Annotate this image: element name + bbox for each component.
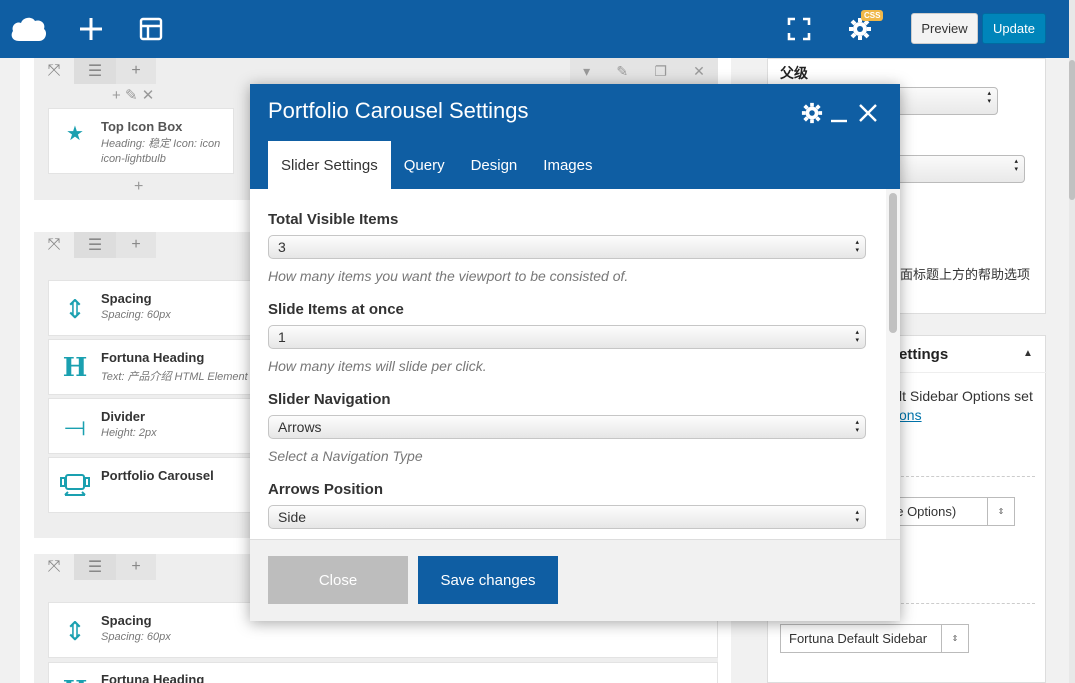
select-value: Fortuna Default Sidebar bbox=[789, 631, 928, 646]
element-title: Fortuna Heading bbox=[101, 350, 205, 365]
duplicate-icon[interactable]: ❐ bbox=[654, 63, 667, 80]
element-subtitle: Spacing: 60px bbox=[101, 309, 171, 321]
close-icon[interactable] bbox=[855, 100, 881, 126]
slide-items-desc: How many items will slide per click. bbox=[268, 358, 487, 374]
total-visible-items-select[interactable]: 3 bbox=[268, 235, 866, 259]
edit-pencil-icon[interactable]: ✎ bbox=[616, 63, 628, 80]
page-scrollbar[interactable] bbox=[1069, 0, 1075, 683]
select-arrows-icon: ⇕ bbox=[987, 498, 1014, 525]
fullscreen-icon[interactable] bbox=[782, 12, 816, 46]
section-toolbar: ⤧ ☰ + bbox=[34, 554, 156, 580]
minimize-icon[interactable] bbox=[826, 100, 852, 126]
tab-images[interactable]: Images bbox=[530, 141, 605, 189]
element-title: Fortuna Heading bbox=[101, 672, 205, 683]
collapse-arrow-icon[interactable]: ▲ bbox=[1023, 348, 1033, 359]
modal-body: Total Visible Items 3 How many items you… bbox=[250, 189, 900, 539]
parent-label: 父级 bbox=[780, 65, 808, 81]
modal-scrollbar-thumb[interactable] bbox=[889, 193, 897, 333]
modal-footer: Close Save changes bbox=[250, 539, 900, 621]
section-toolbar: ⤧ ☰ + bbox=[34, 232, 156, 258]
select-arrows-icon: ⇕ bbox=[941, 625, 968, 652]
add-icon[interactable] bbox=[74, 12, 108, 46]
sidebar-select[interactable]: Fortuna Default Sidebar ⇕ bbox=[780, 624, 969, 653]
element-title: Spacing bbox=[101, 291, 152, 306]
modal-scrollbar[interactable] bbox=[886, 189, 900, 539]
theme-options-link[interactable]: ons bbox=[899, 407, 922, 423]
page-scrollbar-thumb[interactable] bbox=[1069, 60, 1075, 200]
element-top-icon-box[interactable]: ★ Top Icon Box Heading: 稳定 Icon: icon ic… bbox=[48, 108, 234, 174]
heading-h-icon: H bbox=[62, 353, 88, 383]
layout-template-icon[interactable] bbox=[134, 12, 168, 46]
element-title: Spacing bbox=[101, 613, 152, 628]
top-toolbar: CSS Preview Update bbox=[0, 0, 1069, 58]
drag-handle-icon[interactable]: ☰ bbox=[74, 232, 116, 258]
slider-navigation-select[interactable]: Arrows bbox=[268, 415, 866, 439]
add-element-icon[interactable]: + bbox=[134, 178, 143, 196]
section-actions: ▾ ✎ ❐ ✕ bbox=[570, 58, 718, 84]
element-subtitle: Text: 产品介绍 HTML Element bbox=[101, 371, 248, 383]
element-subtitle: Heading: 稳定 Icon: icon icon-lightbulb bbox=[101, 138, 221, 165]
expand-icon[interactable]: ⤧ bbox=[34, 232, 74, 258]
slider-navigation-label: Slider Navigation bbox=[268, 391, 391, 408]
delete-icon[interactable]: ✕ bbox=[693, 63, 705, 80]
element-fortuna-heading[interactable]: H Fortuna Heading bbox=[48, 662, 718, 683]
css-badge: CSS bbox=[861, 10, 884, 21]
drag-handle-icon[interactable]: ☰ bbox=[74, 58, 116, 84]
add-column-icon[interactable]: + bbox=[116, 554, 156, 580]
expand-icon[interactable]: ⤧ bbox=[34, 58, 74, 84]
expand-icon[interactable]: ⤧ bbox=[34, 554, 74, 580]
star-icon: ★ bbox=[66, 122, 84, 145]
tab-design[interactable]: Design bbox=[458, 141, 531, 189]
sidebar-options-select[interactable]: ne Options) ⇕ bbox=[886, 497, 1015, 526]
element-title: Top Icon Box bbox=[101, 119, 183, 134]
drag-handle-icon[interactable]: ☰ bbox=[74, 554, 116, 580]
cloud-logo-icon[interactable] bbox=[10, 12, 48, 46]
slide-items-label: Slide Items at once bbox=[268, 301, 404, 318]
options-text: lt Sidebar Options set bbox=[899, 388, 1033, 404]
edit-column-icon[interactable]: ✎ bbox=[125, 87, 138, 104]
spacing-arrows-icon: ⇕ bbox=[64, 615, 86, 646]
add-column-icon[interactable]: + bbox=[116, 58, 156, 84]
carousel-icon bbox=[59, 470, 91, 502]
section-toolbar: ⤧ ☰ + bbox=[34, 58, 156, 84]
dropdown-icon[interactable]: ▾ bbox=[583, 63, 590, 80]
add-element-icon[interactable]: + bbox=[112, 87, 121, 104]
tab-slider-settings[interactable]: Slider Settings bbox=[268, 141, 391, 189]
total-visible-items-label: Total Visible Items bbox=[268, 211, 399, 228]
heading-h-icon: H bbox=[59, 675, 91, 683]
arrows-position-select[interactable]: Side bbox=[268, 505, 866, 529]
modal-title: Portfolio Carousel Settings bbox=[268, 98, 529, 123]
tab-query[interactable]: Query bbox=[391, 141, 458, 189]
element-subtitle: Spacing: 60px bbox=[101, 631, 171, 643]
element-title: Divider bbox=[101, 409, 146, 424]
portfolio-carousel-settings-modal: Portfolio Carousel Settings Slider Setti… bbox=[250, 84, 900, 621]
divider-icon: ⟞ bbox=[64, 411, 86, 441]
remove-column-icon[interactable]: ✕ bbox=[142, 87, 155, 104]
update-button[interactable]: Update bbox=[982, 13, 1046, 44]
arrows-position-label: Arrows Position bbox=[268, 481, 384, 498]
panel-title: ettings bbox=[899, 346, 949, 363]
modal-header: Portfolio Carousel Settings Slider Setti… bbox=[250, 84, 900, 189]
modal-settings-gear-icon[interactable] bbox=[799, 100, 825, 126]
modal-tabs: Slider Settings Query Design Images bbox=[268, 141, 605, 189]
help-text: 面标题上方的帮助选项 bbox=[900, 267, 1031, 282]
close-button[interactable]: Close bbox=[268, 556, 408, 604]
element-subtitle: Height: 2px bbox=[101, 427, 157, 439]
slider-navigation-desc: Select a Navigation Type bbox=[268, 448, 423, 464]
save-changes-button[interactable]: Save changes bbox=[418, 556, 558, 604]
preview-button[interactable]: Preview bbox=[911, 13, 978, 44]
add-column-icon[interactable]: + bbox=[116, 232, 156, 258]
element-title: Portfolio Carousel bbox=[101, 468, 214, 483]
spacing-arrows-icon: ⇕ bbox=[64, 293, 86, 324]
slide-items-select[interactable]: 1 bbox=[268, 325, 866, 349]
total-visible-items-desc: How many items you want the viewport to … bbox=[268, 268, 629, 284]
column-controls: + ✎ ✕ bbox=[112, 86, 154, 104]
